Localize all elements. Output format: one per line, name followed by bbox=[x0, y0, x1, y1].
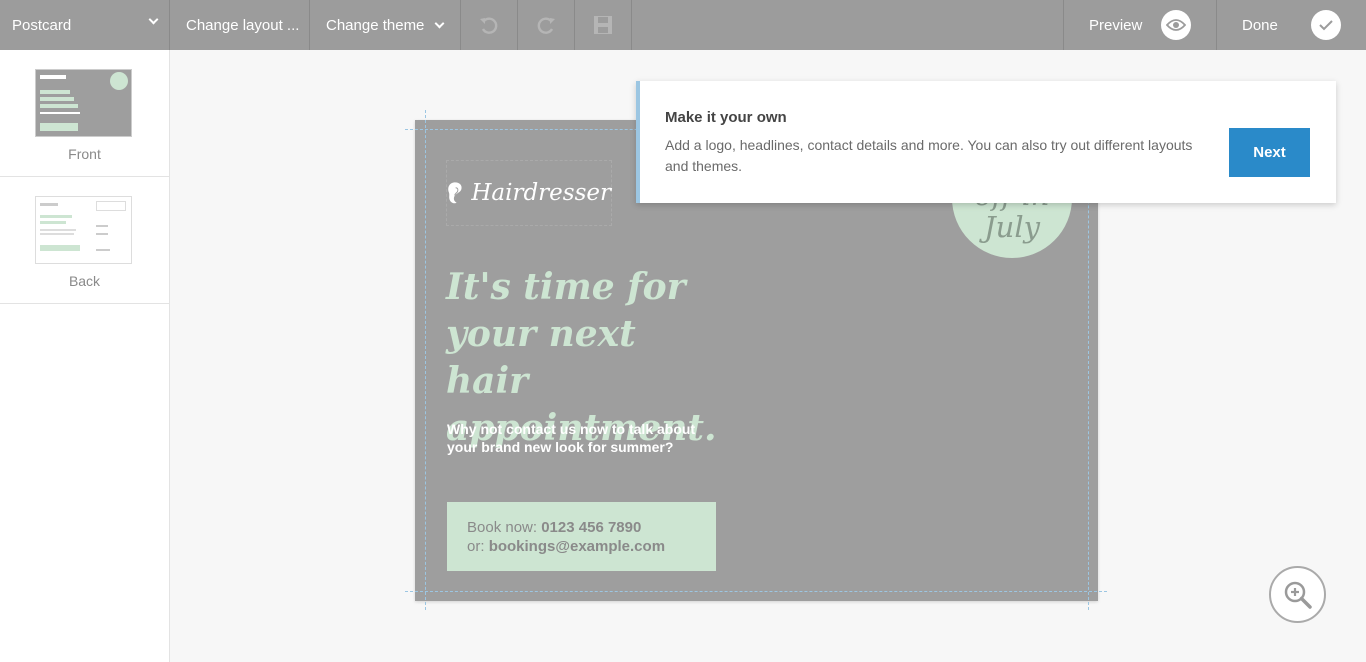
undo-button[interactable] bbox=[461, 0, 517, 50]
toolbar-divider bbox=[1216, 0, 1217, 50]
badge-text-bottom: July bbox=[984, 210, 1040, 244]
pages-panel: Front Back bbox=[0, 50, 170, 662]
page-thumb-back[interactable]: Back bbox=[0, 177, 169, 304]
subheadline[interactable]: Why not contact us now to talk about you… bbox=[447, 420, 717, 456]
back-thumbnail bbox=[35, 196, 132, 264]
front-thumbnail bbox=[35, 69, 132, 137]
zoom-button[interactable] bbox=[1269, 566, 1326, 623]
headline-line: your next hair bbox=[446, 313, 636, 402]
save-icon bbox=[594, 16, 612, 34]
change-layout-label: Change layout ... bbox=[186, 16, 300, 34]
zoom-in-icon bbox=[1284, 581, 1312, 609]
guide-line bbox=[425, 110, 426, 610]
page-thumb-front[interactable]: Front bbox=[0, 50, 169, 177]
change-theme-label: Change theme bbox=[326, 16, 425, 34]
change-layout-button[interactable]: Change layout ... bbox=[186, 0, 299, 50]
hairdresser-logo-icon bbox=[448, 182, 462, 204]
chevron-down-icon bbox=[148, 14, 159, 25]
eye-icon bbox=[1161, 10, 1191, 40]
logo-text: Hairdresser bbox=[471, 180, 611, 206]
headline-line: It's time for bbox=[446, 266, 686, 308]
subtext-line: Why not contact us now to talk about bbox=[447, 421, 696, 437]
next-button[interactable]: Next bbox=[1229, 128, 1310, 177]
book-prefix: Book now: bbox=[467, 519, 542, 536]
checkmark-icon bbox=[1311, 10, 1341, 40]
done-button[interactable]: Done bbox=[1242, 0, 1278, 50]
redo-icon bbox=[537, 17, 555, 34]
redo-button[interactable] bbox=[518, 0, 574, 50]
subtext-line: your brand new look for summer? bbox=[447, 439, 674, 455]
save-button[interactable] bbox=[575, 0, 631, 50]
tooltip-title: Make it your own bbox=[665, 109, 787, 126]
phone-line: Book now: 0123 456 7890 bbox=[467, 518, 716, 537]
preview-eye-button[interactable] bbox=[1161, 0, 1191, 50]
chevron-down-icon bbox=[434, 18, 445, 28]
undo-icon bbox=[480, 17, 498, 34]
toolbar-divider bbox=[1063, 0, 1064, 50]
page-label-back: Back bbox=[68, 273, 101, 289]
guide-line bbox=[405, 591, 1107, 592]
product-select-label: Postcard bbox=[12, 16, 72, 34]
page-label-front: Front bbox=[68, 146, 101, 162]
email-address: bookings@example.com bbox=[488, 538, 666, 555]
top-toolbar: Postcard Change layout ... Change theme … bbox=[0, 0, 1366, 50]
toolbar-divider bbox=[631, 0, 632, 50]
toolbar-divider bbox=[169, 0, 170, 50]
done-label: Done bbox=[1242, 16, 1278, 34]
email-line: or: bookings@example.com bbox=[467, 537, 716, 556]
done-check-button[interactable] bbox=[1311, 0, 1341, 50]
preview-label: Preview bbox=[1089, 16, 1143, 34]
change-theme-button[interactable]: Change theme bbox=[326, 0, 445, 50]
onboarding-tooltip: Make it your own Add a logo, headlines, … bbox=[636, 81, 1336, 203]
toolbar-divider bbox=[309, 0, 310, 50]
phone-number: 0123 456 7890 bbox=[541, 519, 642, 536]
logo-block[interactable]: Hairdresser bbox=[446, 160, 612, 226]
tooltip-body: Add a logo, headlines, contact details a… bbox=[665, 137, 1193, 174]
email-prefix: or: bbox=[467, 538, 489, 555]
product-select[interactable]: Postcard bbox=[12, 0, 160, 50]
contact-box[interactable]: Book now: 0123 456 7890 or: bookings@exa… bbox=[447, 502, 716, 571]
preview-button[interactable]: Preview bbox=[1089, 0, 1142, 50]
